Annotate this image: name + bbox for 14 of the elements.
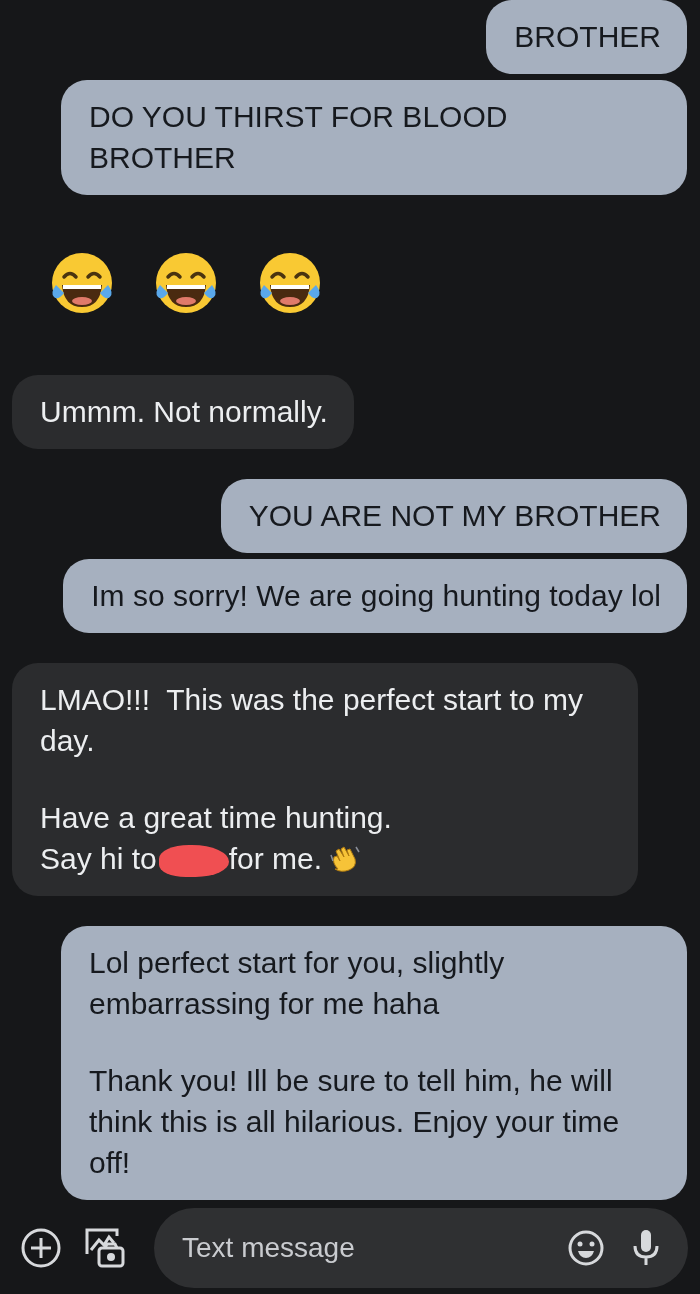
message-field[interactable]: Text message [154,1208,688,1288]
message-text: BROTHER [514,19,661,55]
message-text: Im so sorry! We are going hunting today lol [91,578,661,614]
message-text: DO YOU THIRST FOR BLOOD BROTHER [89,99,509,176]
message-text: Thank you! Ill be sure to tell him, he will think this is all hilarious. Enjoy your time off! [89,1063,621,1181]
message-text: YOU ARE NOT MY BROTHER [248,498,661,534]
message-text: LMAO!!! This was the perfect start to my day. [40,682,584,759]
message-text: for me. [228,842,323,875]
text-input[interactable]: Text message [180,1231,548,1265]
message-text: Say hi to [40,842,157,875]
message-text: Lol perfect start for you, slightly embarrassing for me haha [89,945,506,1022]
redaction-mark [158,845,229,877]
message-text: Ummm. Not normally. [40,394,328,430]
message-text: Have a great time hunting. [40,800,393,836]
